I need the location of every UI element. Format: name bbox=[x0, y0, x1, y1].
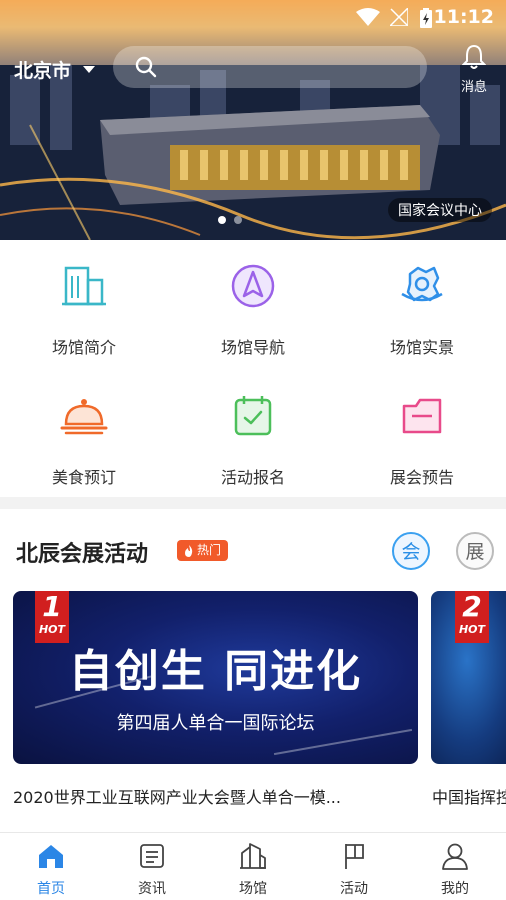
city-label: 北京市 bbox=[14, 60, 72, 82]
tab-conference[interactable]: 会 bbox=[392, 532, 430, 570]
user-icon bbox=[442, 843, 468, 870]
grid-item-event-signup[interactable]: 活动报名 bbox=[169, 370, 337, 490]
section-divider bbox=[0, 497, 506, 509]
indicator-dot[interactable] bbox=[234, 216, 242, 224]
folder-icon bbox=[402, 398, 442, 434]
bell-icon bbox=[461, 44, 487, 69]
food-cloche-icon bbox=[60, 399, 108, 435]
grid-item-label: 场馆实景 bbox=[389, 338, 454, 357]
banner-caption: 国家会议中心 bbox=[388, 198, 492, 222]
venue-icon bbox=[240, 843, 266, 869]
battery-charging-icon bbox=[420, 8, 432, 28]
rank-badge: 2 HOT bbox=[455, 591, 489, 643]
grid-item-expo-preview[interactable]: 展会预告 bbox=[338, 370, 506, 490]
no-signal-icon bbox=[390, 8, 408, 26]
message-button[interactable]: 消息 bbox=[456, 44, 492, 95]
card-subline: 第四届人单合一国际论坛 bbox=[116, 713, 315, 734]
hot-label: 热门 bbox=[197, 543, 222, 557]
grid-item-food-booking[interactable]: 美食预订 bbox=[0, 370, 168, 490]
grid-item-label: 活动报名 bbox=[220, 468, 285, 487]
status-bar: 11:12 bbox=[0, 0, 506, 34]
wifi-icon bbox=[356, 8, 380, 26]
event-card-title[interactable]: 2020世界工业互联网产业大会暨人单合一模... bbox=[13, 784, 353, 808]
grid-item-venue-navigation[interactable]: 场馆导航 bbox=[169, 240, 337, 360]
chevron-down-icon bbox=[83, 66, 96, 73]
panorama-icon bbox=[401, 266, 443, 302]
nav-label: 场馆 bbox=[239, 881, 267, 897]
home-icon bbox=[39, 845, 63, 868]
rank-number: 2 bbox=[462, 591, 482, 623]
grid-item-label: 美食预订 bbox=[51, 468, 116, 487]
status-time: 11:12 bbox=[433, 6, 494, 28]
nav-venue[interactable]: 场馆 bbox=[213, 841, 293, 898]
fire-icon bbox=[185, 544, 193, 557]
city-selector[interactable]: 北京市 bbox=[14, 56, 96, 83]
indicator-dot[interactable] bbox=[218, 216, 226, 224]
building-icon bbox=[62, 266, 106, 306]
nav-label: 活动 bbox=[340, 881, 368, 897]
grid-item-label: 场馆简介 bbox=[51, 338, 116, 357]
hot-badge: 热门 bbox=[177, 540, 229, 561]
nav-label: 我的 bbox=[441, 881, 469, 897]
nav-events[interactable]: 活动 bbox=[314, 841, 394, 898]
nav-news[interactable]: 资讯 bbox=[112, 841, 192, 898]
feature-grid: 场馆简介 场馆导航 场馆实景 美食预订 活动报名 展会预告 bbox=[0, 240, 506, 496]
card-headline: 自创生 同进化 bbox=[68, 646, 363, 697]
event-card[interactable]: 2 HOT bbox=[431, 591, 506, 764]
top-bar: 北京市 消息 bbox=[0, 44, 506, 95]
tab-exhibition[interactable]: 展 bbox=[456, 532, 494, 570]
event-card-title[interactable]: 中国指挥控 bbox=[432, 784, 506, 808]
nav-label: 首页 bbox=[37, 881, 65, 897]
message-label: 消息 bbox=[460, 80, 487, 95]
calendar-check-icon bbox=[234, 396, 272, 436]
navigation-icon bbox=[231, 264, 275, 308]
grid-item-label: 展会预告 bbox=[389, 468, 454, 487]
bottom-nav: 首页 资讯 场馆 活动 我的 bbox=[0, 832, 506, 900]
section-title: 北辰会展活动 bbox=[16, 542, 149, 567]
news-icon bbox=[140, 844, 164, 868]
banner-indicator bbox=[218, 216, 242, 224]
search-input[interactable] bbox=[113, 46, 427, 88]
search-icon bbox=[135, 56, 157, 78]
banner[interactable]: 11:12 北京市 消息 国家会议中心 bbox=[0, 0, 506, 240]
event-card[interactable]: 1 HOT 自创生 同进化 第四届人单合一国际论坛 bbox=[13, 591, 418, 764]
nav-label: 资讯 bbox=[138, 881, 166, 897]
grid-item-venue-panorama[interactable]: 场馆实景 bbox=[338, 240, 506, 360]
nav-home[interactable]: 首页 bbox=[11, 841, 91, 898]
grid-item-venue-intro[interactable]: 场馆简介 bbox=[0, 240, 168, 360]
grid-item-label: 场馆导航 bbox=[220, 338, 285, 357]
rank-number: 1 bbox=[42, 591, 62, 623]
flag-icon bbox=[345, 844, 364, 869]
nav-profile[interactable]: 我的 bbox=[415, 841, 495, 898]
rank-hot-label: HOT bbox=[458, 623, 486, 636]
